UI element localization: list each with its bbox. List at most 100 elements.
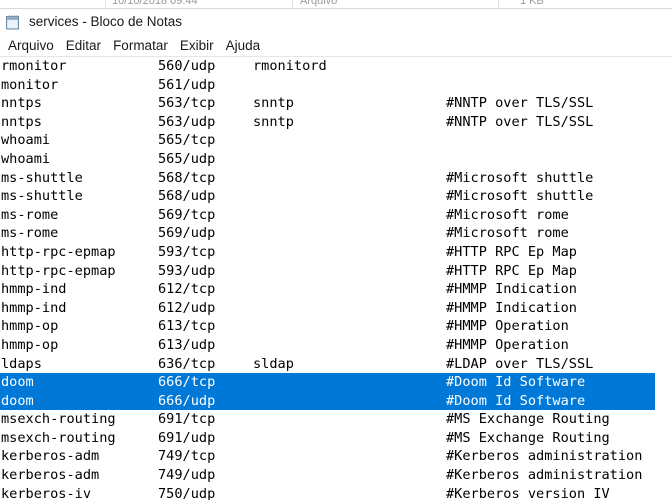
text-line[interactable]: whoami 565/udp [0,150,672,169]
service-name: rmonitor [1,58,67,74]
text-line[interactable]: nntps 563/tcp snntp #NNTP over TLS/SSL [0,94,672,113]
service-name: whoami [1,132,51,149]
service-name: doom [1,392,34,409]
service-alias: rmonitord [253,58,327,74]
service-name: doom [1,374,34,391]
service-comment: #NNTP over TLS/SSL [446,95,594,112]
column-separator [105,0,106,8]
service-name: ms-rome [1,225,59,242]
service-port: 749/udp [158,467,216,484]
text-line[interactable]: hmmp-op 613/udp #HMMP Operation [0,336,672,355]
service-port: 613/tcp [158,318,216,335]
service-name: http-rpc-epmap [1,262,116,279]
service-port: 569/tcp [158,206,216,223]
window-title: services - Bloco de Notas [29,14,183,29]
service-name: hmmp-op [1,318,59,335]
text-line[interactable]: ms-rome 569/udp #Microsoft rome [0,224,672,243]
service-name: monitor [1,76,59,93]
service-name: hmmp-ind [1,281,67,298]
menu-ajuda[interactable]: Ajuda [220,37,267,55]
background-cell: 1 KB [520,0,544,7]
service-comment: #HTTP RPC Ep Map [446,262,577,279]
column-separator [292,0,293,8]
service-port: 666/tcp [158,374,216,391]
service-port: 691/tcp [158,411,216,428]
notepad-icon [4,13,22,31]
text-editor-area[interactable]: rmonitor 560/udp rmonitord monitor 561/udp nn… [0,56,672,500]
service-port: 569/udp [158,225,216,242]
service-port: 563/udp [158,113,216,130]
text-line[interactable]: kerberos-adm 749/tcp #Kerberos administrat… [0,447,672,466]
service-name: whoami [1,150,51,167]
text-line[interactable]: doom 666/tcp #Doom Id Software [0,373,672,392]
text-line[interactable]: kerberos-iv 750/udp #Kerberos version IV [0,485,672,500]
text-line[interactable]: http-rpc-epmap 593/udp #HTTP RPC Ep Map [0,262,672,281]
service-port: 613/udp [158,336,216,353]
service-port: 666/udp [158,392,216,409]
service-comment: #Microsoft rome [446,206,569,223]
service-name: http-rpc-epmap [1,243,116,260]
menu-arquivo[interactable]: Arquivo [2,37,60,55]
text-line[interactable]: hmmp-ind 612/udp #HMMP Indication [0,299,672,318]
background-cell: Arquivo [300,0,338,7]
background-window-strip: 10/10/2018 09:44 Arquivo 1 KB [0,0,672,9]
text-line[interactable]: ms-shuttle 568/udp #Microsoft shuttle [0,187,672,206]
service-port: 568/udp [158,188,216,205]
service-comment: #LDAP over TLS/SSL [446,355,594,372]
text-line[interactable]: ldaps 636/tcp sldap #LDAP over TLS/SSL [0,355,672,374]
service-port: 749/tcp [158,448,216,465]
service-name: msexch-routing [1,411,116,428]
service-comment: #Kerberos administration [446,467,643,484]
text-line[interactable]: doom 666/udp #Doom Id Software [0,391,672,411]
text-line[interactable]: msexch-routing 691/tcp #MS Exchange Routin… [0,410,672,429]
service-port: 561/udp [158,76,216,93]
notepad-window: services - Bloco de Notas Arquivo Editar F… [0,9,672,500]
menu-editar[interactable]: Editar [60,37,107,55]
text-line[interactable]: whoami 565/tcp [0,131,672,150]
service-port: 565/udp [158,150,216,167]
service-comment: #Microsoft rome [446,225,569,242]
text-line[interactable]: ms-rome 569/tcp #Microsoft rome [0,206,672,225]
service-port: 568/tcp [158,169,216,186]
service-port: 560/udp [158,58,216,74]
service-comment: #Kerberos administration [446,448,643,465]
menu-exibir[interactable]: Exibir [174,37,220,55]
service-port: 691/udp [158,429,216,446]
service-alias: snntp [253,113,294,130]
service-comment: #HMMP Indication [446,281,577,298]
menu-bar[interactable]: Arquivo Editar Formatar Exibir Ajuda [0,35,672,56]
service-port: 750/udp [158,485,216,500]
service-port: 563/tcp [158,95,216,112]
text-line[interactable]: hmmp-op 613/tcp #HMMP Operation [0,317,672,336]
service-name: msexch-routing [1,429,116,446]
text-line[interactable]: nntps 563/udp snntp #NNTP over TLS/SSL [0,113,672,132]
service-comment: #MS Exchange Routing [446,429,610,446]
service-comment: #HTTP RPC Ep Map [446,243,577,260]
text-line[interactable]: kerberos-adm 749/udp #Kerberos administrat… [0,466,672,485]
service-comment: #Kerberos version IV [446,485,610,500]
service-port: 593/udp [158,262,216,279]
service-comment: #Doom Id Software [446,392,586,409]
service-name: ms-shuttle [1,169,83,186]
service-comment: #HMMP Operation [446,318,569,335]
service-port: 636/tcp [158,355,216,372]
document-text[interactable]: rmonitor 560/udp rmonitord monitor 561/udp nn… [0,57,672,500]
service-name: hmmp-ind [1,299,67,316]
service-comment: #Microsoft shuttle [446,169,594,186]
text-line[interactable]: rmonitor 560/udp rmonitord [0,57,672,76]
service-name: nntps [1,95,42,112]
text-line[interactable]: monitor 561/udp [0,76,672,95]
service-name: ms-rome [1,206,59,223]
service-alias: snntp [253,95,294,112]
service-name: kerberos-adm [1,448,100,465]
text-line[interactable]: msexch-routing 691/udp #MS Exchange Routin… [0,429,672,448]
menu-formatar[interactable]: Formatar [107,37,174,55]
text-line[interactable]: http-rpc-epmap 593/tcp #HTTP RPC Ep Map [0,243,672,262]
service-port: 612/tcp [158,281,216,298]
service-comment: #NNTP over TLS/SSL [446,113,594,130]
text-line[interactable]: ms-shuttle 568/tcp #Microsoft shuttle [0,169,672,188]
text-line[interactable]: hmmp-ind 612/tcp #HMMP Indication [0,280,672,299]
service-port: 593/tcp [158,243,216,260]
background-cell: 10/10/2018 09:44 [112,0,198,7]
service-name: kerberos-adm [1,467,100,484]
